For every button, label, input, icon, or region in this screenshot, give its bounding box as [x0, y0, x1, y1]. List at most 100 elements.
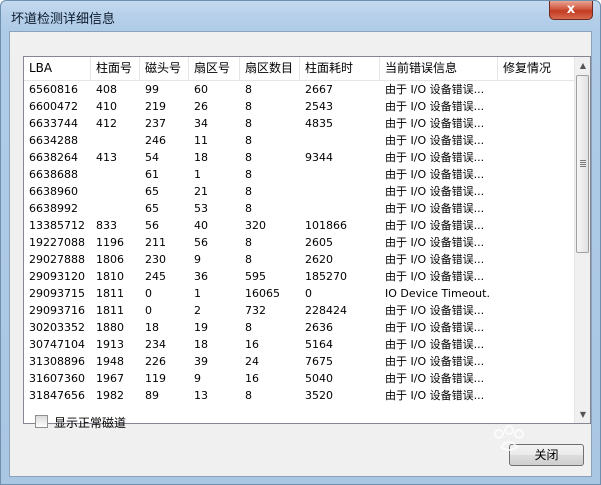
cell-cylinder-time: 0 — [305, 287, 312, 300]
cell-repair-status — [498, 353, 576, 370]
cell-lba: 6638992 — [29, 202, 78, 215]
cell-sector: 18 — [194, 338, 208, 351]
column-header-sector-count[interactable]: 扇区数目 — [240, 57, 300, 80]
cell-cylinder-time: 4835 — [305, 117, 333, 130]
cell-head: 230 — [145, 253, 166, 266]
column-header-lba[interactable]: LBA — [24, 57, 91, 80]
cell-error-info: 由于 I/O 设备错误... — [385, 270, 485, 283]
cell-sector: 39 — [194, 355, 208, 368]
cell-sector: 56 — [194, 236, 208, 249]
cell-sector-count: 8 — [245, 202, 252, 215]
cell-sector: 9 — [194, 253, 201, 266]
cell-lba: 31607360 — [29, 372, 85, 385]
cell-sector-count: 595 — [245, 270, 266, 283]
column-header-head[interactable]: 磁头号 — [140, 57, 189, 80]
cell-error-info: 由于 I/O 设备错误... — [385, 117, 485, 130]
cell-head: 237 — [145, 117, 166, 130]
cell-sector: 34 — [194, 117, 208, 130]
table-row[interactable]: 6633744 412 237 34 8 4835 由于 I/O 设备错误... — [24, 115, 576, 132]
cell-repair-status — [498, 302, 576, 319]
cell-sector-count: 8 — [245, 100, 252, 113]
cell-head: 99 — [145, 83, 159, 96]
cell-sector-count: 8 — [245, 168, 252, 181]
column-header-cylinder-time[interactable]: 柱面耗时 — [300, 57, 380, 80]
cell-sector-count: 8 — [245, 321, 252, 334]
table-row[interactable]: 31607360 1967 119 9 16 5040 由于 I/O 设备错误... — [24, 370, 576, 387]
cell-sector-count: 16 — [245, 372, 259, 385]
cell-error-info: 由于 I/O 设备错误... — [385, 355, 485, 368]
cell-head: 245 — [145, 270, 166, 283]
cell-repair-status — [498, 166, 576, 183]
bad-sector-list[interactable]: LBA 柱面号 磁头号 扇区号 扇区数目 柱面耗时 当前错误信息 修复情况 6560816 40… — [23, 56, 591, 424]
scroll-up-arrow-icon[interactable]: ▲ — [575, 57, 590, 74]
cell-lba: 29093716 — [29, 304, 85, 317]
table-row[interactable]: 6638264 413 54 18 8 9344 由于 I/O 设备错误... — [24, 149, 576, 166]
table-row[interactable]: 13385712 833 56 40 320 101866 由于 I/O 设备错误... — [24, 217, 576, 234]
thumb-grip-line — [580, 164, 586, 165]
vertical-scrollbar[interactable]: ▲ ▼ — [574, 57, 590, 423]
cell-sector: 1 — [194, 287, 201, 300]
scroll-down-arrow-icon[interactable]: ▼ — [575, 406, 590, 423]
table-row[interactable]: 29093120 1810 245 36 595 185270 由于 I/O 设备错误... — [24, 268, 576, 285]
cell-lba: 6638688 — [29, 168, 78, 181]
table-row[interactable]: 30747104 1913 234 18 16 5164 由于 I/O 设备错误... — [24, 336, 576, 353]
show-normal-tracks-label[interactable]: 显示正常磁道 — [54, 414, 126, 431]
table-row[interactable]: 19227088 1196 211 56 8 2605 由于 I/O 设备错误... — [24, 234, 576, 251]
dialog-client-area: LBA 柱面号 磁头号 扇区号 扇区数目 柱面耗时 当前错误信息 修复情况 6560816 40… — [9, 31, 592, 477]
title-bar[interactable]: 坏道检测详细信息 x — [1, 1, 600, 31]
table-row[interactable]: 31847656 1982 89 13 8 3520 由于 I/O 设备错误... — [24, 387, 576, 404]
cell-cylinder: 1806 — [96, 253, 124, 266]
thumb-grip-line — [580, 160, 586, 161]
show-normal-tracks-checkbox[interactable] — [35, 415, 48, 428]
cell-cylinder-time: 5164 — [305, 338, 333, 351]
cell-cylinder: 410 — [96, 100, 117, 113]
table-row[interactable]: 30203352 1880 18 19 8 2636 由于 I/O 设备错误... — [24, 319, 576, 336]
cell-cylinder: 1811 — [96, 287, 124, 300]
cell-lba: 6560816 — [29, 83, 78, 96]
cell-sector-count: 8 — [245, 83, 252, 96]
cell-head: 54 — [145, 151, 159, 164]
column-header-sector[interactable]: 扇区号 — [189, 57, 240, 80]
cell-lba: 30747104 — [29, 338, 85, 351]
cell-head: 65 — [145, 202, 159, 215]
cell-head: 61 — [145, 168, 159, 181]
table-row[interactable]: 29093715 1811 0 1 16065 0 IO Device Timeout. — [24, 285, 576, 302]
table-row[interactable]: 6638688 61 1 8 由于 I/O 设备错误... — [24, 166, 576, 183]
close-button[interactable]: 关闭 — [509, 444, 584, 466]
table-row[interactable]: 6600472 410 219 26 8 2543 由于 I/O 设备错误... — [24, 98, 576, 115]
table-row[interactable]: 6638992 65 53 8 由于 I/O 设备错误... — [24, 200, 576, 217]
cell-cylinder-time — [300, 166, 380, 183]
cell-head: 56 — [145, 219, 159, 232]
column-header-repair-status[interactable]: 修复情况 — [498, 57, 576, 80]
cell-repair-status — [498, 285, 576, 302]
scrollbar-thumb[interactable] — [576, 75, 589, 253]
table-row[interactable]: 29093716 1811 0 2 732 228424 由于 I/O 设备错误... — [24, 302, 576, 319]
cell-lba: 6634288 — [29, 134, 78, 147]
column-header-cylinder[interactable]: 柱面号 — [91, 57, 140, 80]
cell-cylinder-time: 185270 — [305, 270, 347, 283]
table-row[interactable]: 29027888 1806 230 9 8 2620 由于 I/O 设备错误... — [24, 251, 576, 268]
cell-lba: 19227088 — [29, 236, 85, 249]
cell-sector-count: 320 — [245, 219, 266, 232]
cell-cylinder-time: 7675 — [305, 355, 333, 368]
cell-error-info: 由于 I/O 设备错误... — [385, 304, 485, 317]
cell-cylinder-time: 101866 — [305, 219, 347, 232]
window-close-button[interactable]: x — [549, 1, 593, 20]
cell-error-info: 由于 I/O 设备错误... — [385, 151, 485, 164]
table-row[interactable]: 6560816 408 99 60 8 2667 由于 I/O 设备错误... — [24, 81, 576, 98]
table-row[interactable]: 31308896 1948 226 39 24 7675 由于 I/O 设备错误... — [24, 353, 576, 370]
column-header-error-info[interactable]: 当前错误信息 — [380, 57, 498, 80]
thumb-grip-line — [580, 162, 586, 163]
cell-repair-status — [498, 387, 576, 404]
cell-error-info: 由于 I/O 设备错误... — [385, 202, 485, 215]
table-row[interactable]: 6638960 65 21 8 由于 I/O 设备错误... — [24, 183, 576, 200]
cell-head: 211 — [145, 236, 166, 249]
table-row[interactable]: 6634288 246 11 8 由于 I/O 设备错误... — [24, 132, 576, 149]
cell-head: 219 — [145, 100, 166, 113]
cell-sector-count: 16065 — [245, 287, 280, 300]
cell-repair-status — [498, 183, 576, 200]
cell-lba: 13385712 — [29, 219, 85, 232]
window-title: 坏道检测详细信息 — [11, 12, 116, 27]
cell-repair-status — [498, 115, 576, 132]
cell-sector-count: 8 — [245, 389, 252, 402]
